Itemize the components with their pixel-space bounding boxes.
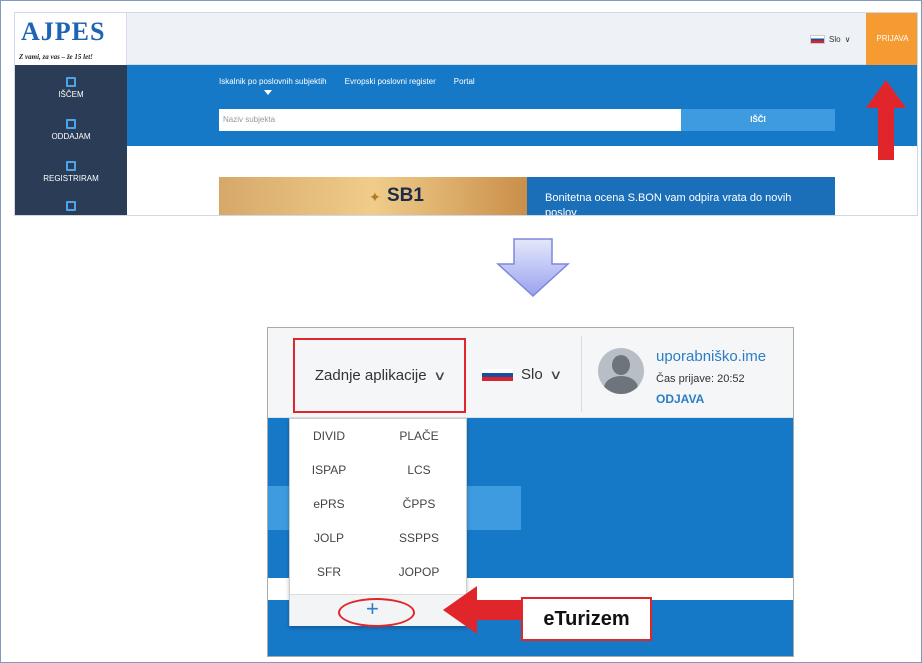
top-header: AJPES Z vami, za vas – že 15 let! Slo ∨ … bbox=[15, 13, 917, 65]
red-arrow-up-icon bbox=[866, 80, 906, 160]
nav-item-registriram[interactable]: REGISTRIRAM bbox=[15, 161, 127, 183]
slovenia-flag-icon bbox=[810, 35, 825, 44]
chevron-down-icon: ∨ bbox=[844, 35, 851, 44]
chart-icon bbox=[66, 201, 76, 211]
app-item-jolp[interactable]: JOLP bbox=[294, 531, 364, 545]
app-item-eprs[interactable]: ePRS bbox=[294, 497, 364, 511]
username[interactable]: uporabniško.ime bbox=[656, 348, 766, 365]
edit-icon bbox=[66, 119, 76, 129]
user-header: Zadnje aplikacije ∨ Slo ∨ uporabniško.im… bbox=[268, 328, 793, 418]
recent-apps-dropdown[interactable]: Zadnje aplikacije ∨ bbox=[293, 338, 466, 413]
login-time: Čas prijave: 20:52 bbox=[656, 373, 745, 385]
nav-item-chart[interactable] bbox=[15, 201, 127, 214]
slovenia-flag-icon bbox=[482, 368, 513, 381]
tab-iskalnik[interactable]: Iskalnik po poslovnih subjektih bbox=[219, 77, 327, 86]
language-label: Slo bbox=[829, 35, 841, 44]
logo-mark: AJPES bbox=[21, 17, 106, 46]
login-button[interactable]: PRIJAVA bbox=[866, 13, 917, 65]
eturizem-callout: eTurizem bbox=[521, 597, 652, 641]
app-item-place[interactable]: PLAČE bbox=[384, 429, 454, 443]
document-icon bbox=[66, 77, 76, 87]
nav-label: REGISTRIRAM bbox=[43, 174, 99, 183]
active-tab-caret-icon bbox=[264, 90, 272, 95]
nav-label: IŠČEM bbox=[58, 90, 84, 99]
nav-label: ODDAJAM bbox=[51, 132, 91, 141]
left-nav: IŠČEM ODDAJAM REGISTRIRAM bbox=[15, 65, 127, 215]
header-divider bbox=[581, 336, 582, 412]
app-item-sspps[interactable]: SSPPS bbox=[384, 531, 454, 545]
nav-item-iscem[interactable]: IŠČEM bbox=[15, 77, 127, 99]
search-input-fragment bbox=[268, 486, 290, 530]
banner-text[interactable]: Bonitetna ocena S.BON vam odpira vrata d… bbox=[527, 177, 835, 215]
down-arrow-icon bbox=[496, 238, 570, 298]
app-item-lcs[interactable]: LCS bbox=[384, 463, 454, 477]
app-item-cpps[interactable]: ČPPS bbox=[384, 497, 454, 511]
language-selector[interactable]: Slo ∨ bbox=[482, 366, 563, 383]
logout-link[interactable]: ODJAVA bbox=[656, 392, 704, 406]
add-app-row: + bbox=[290, 594, 468, 627]
tab-evropski-register[interactable]: Evropski poslovni register bbox=[345, 77, 436, 86]
top-main: Iskalnik po poslovnih subjektih Evropski… bbox=[127, 65, 917, 215]
chevron-down-icon: ∨ bbox=[432, 367, 447, 383]
recent-apps-label: Zadnje aplikacije bbox=[314, 367, 427, 384]
chevron-down-icon: ∨ bbox=[548, 366, 563, 382]
search-button-fragment bbox=[465, 486, 521, 530]
app-item-ispap[interactable]: ISPAP bbox=[294, 463, 364, 477]
app-item-divid[interactable]: DIVID bbox=[294, 429, 364, 443]
logo-tagline: Z vami, za vas – že 15 let! bbox=[19, 53, 93, 61]
nav-item-oddajam[interactable]: ODDAJAM bbox=[15, 119, 127, 141]
recent-apps-menu: DIVID PLAČE ISPAP LCS ePRS ČPPS JOLP SSP… bbox=[289, 418, 468, 627]
language-label: Slo bbox=[521, 366, 543, 383]
app-item-sfr[interactable]: SFR bbox=[294, 565, 364, 579]
ajpes-logo[interactable]: AJPES Z vami, za vas – že 15 let! bbox=[15, 13, 127, 65]
save-icon bbox=[66, 161, 76, 171]
app-item-jopop[interactable]: JOPOP bbox=[384, 565, 454, 579]
tab-portal[interactable]: Portal bbox=[454, 77, 475, 86]
search-input[interactable]: Naziv subjekta bbox=[219, 109, 681, 131]
search-button[interactable]: IŠČI bbox=[681, 109, 835, 131]
search-tabs: Iskalnik po poslovnih subjektih Evropski… bbox=[219, 77, 475, 86]
search-band: Iskalnik po poslovnih subjektih Evropski… bbox=[127, 65, 917, 146]
red-arrow-left-icon bbox=[443, 586, 521, 634]
language-selector[interactable]: Slo ∨ bbox=[810, 35, 850, 44]
sb1-logo: SB1 bbox=[387, 185, 424, 206]
top-screenshot: AJPES Z vami, za vas – že 15 let! Slo ∨ … bbox=[14, 12, 918, 216]
user-avatar-icon bbox=[598, 348, 644, 394]
highlight-ellipse bbox=[338, 598, 415, 627]
sb1-emblem-icon: ✦ bbox=[369, 189, 381, 205]
